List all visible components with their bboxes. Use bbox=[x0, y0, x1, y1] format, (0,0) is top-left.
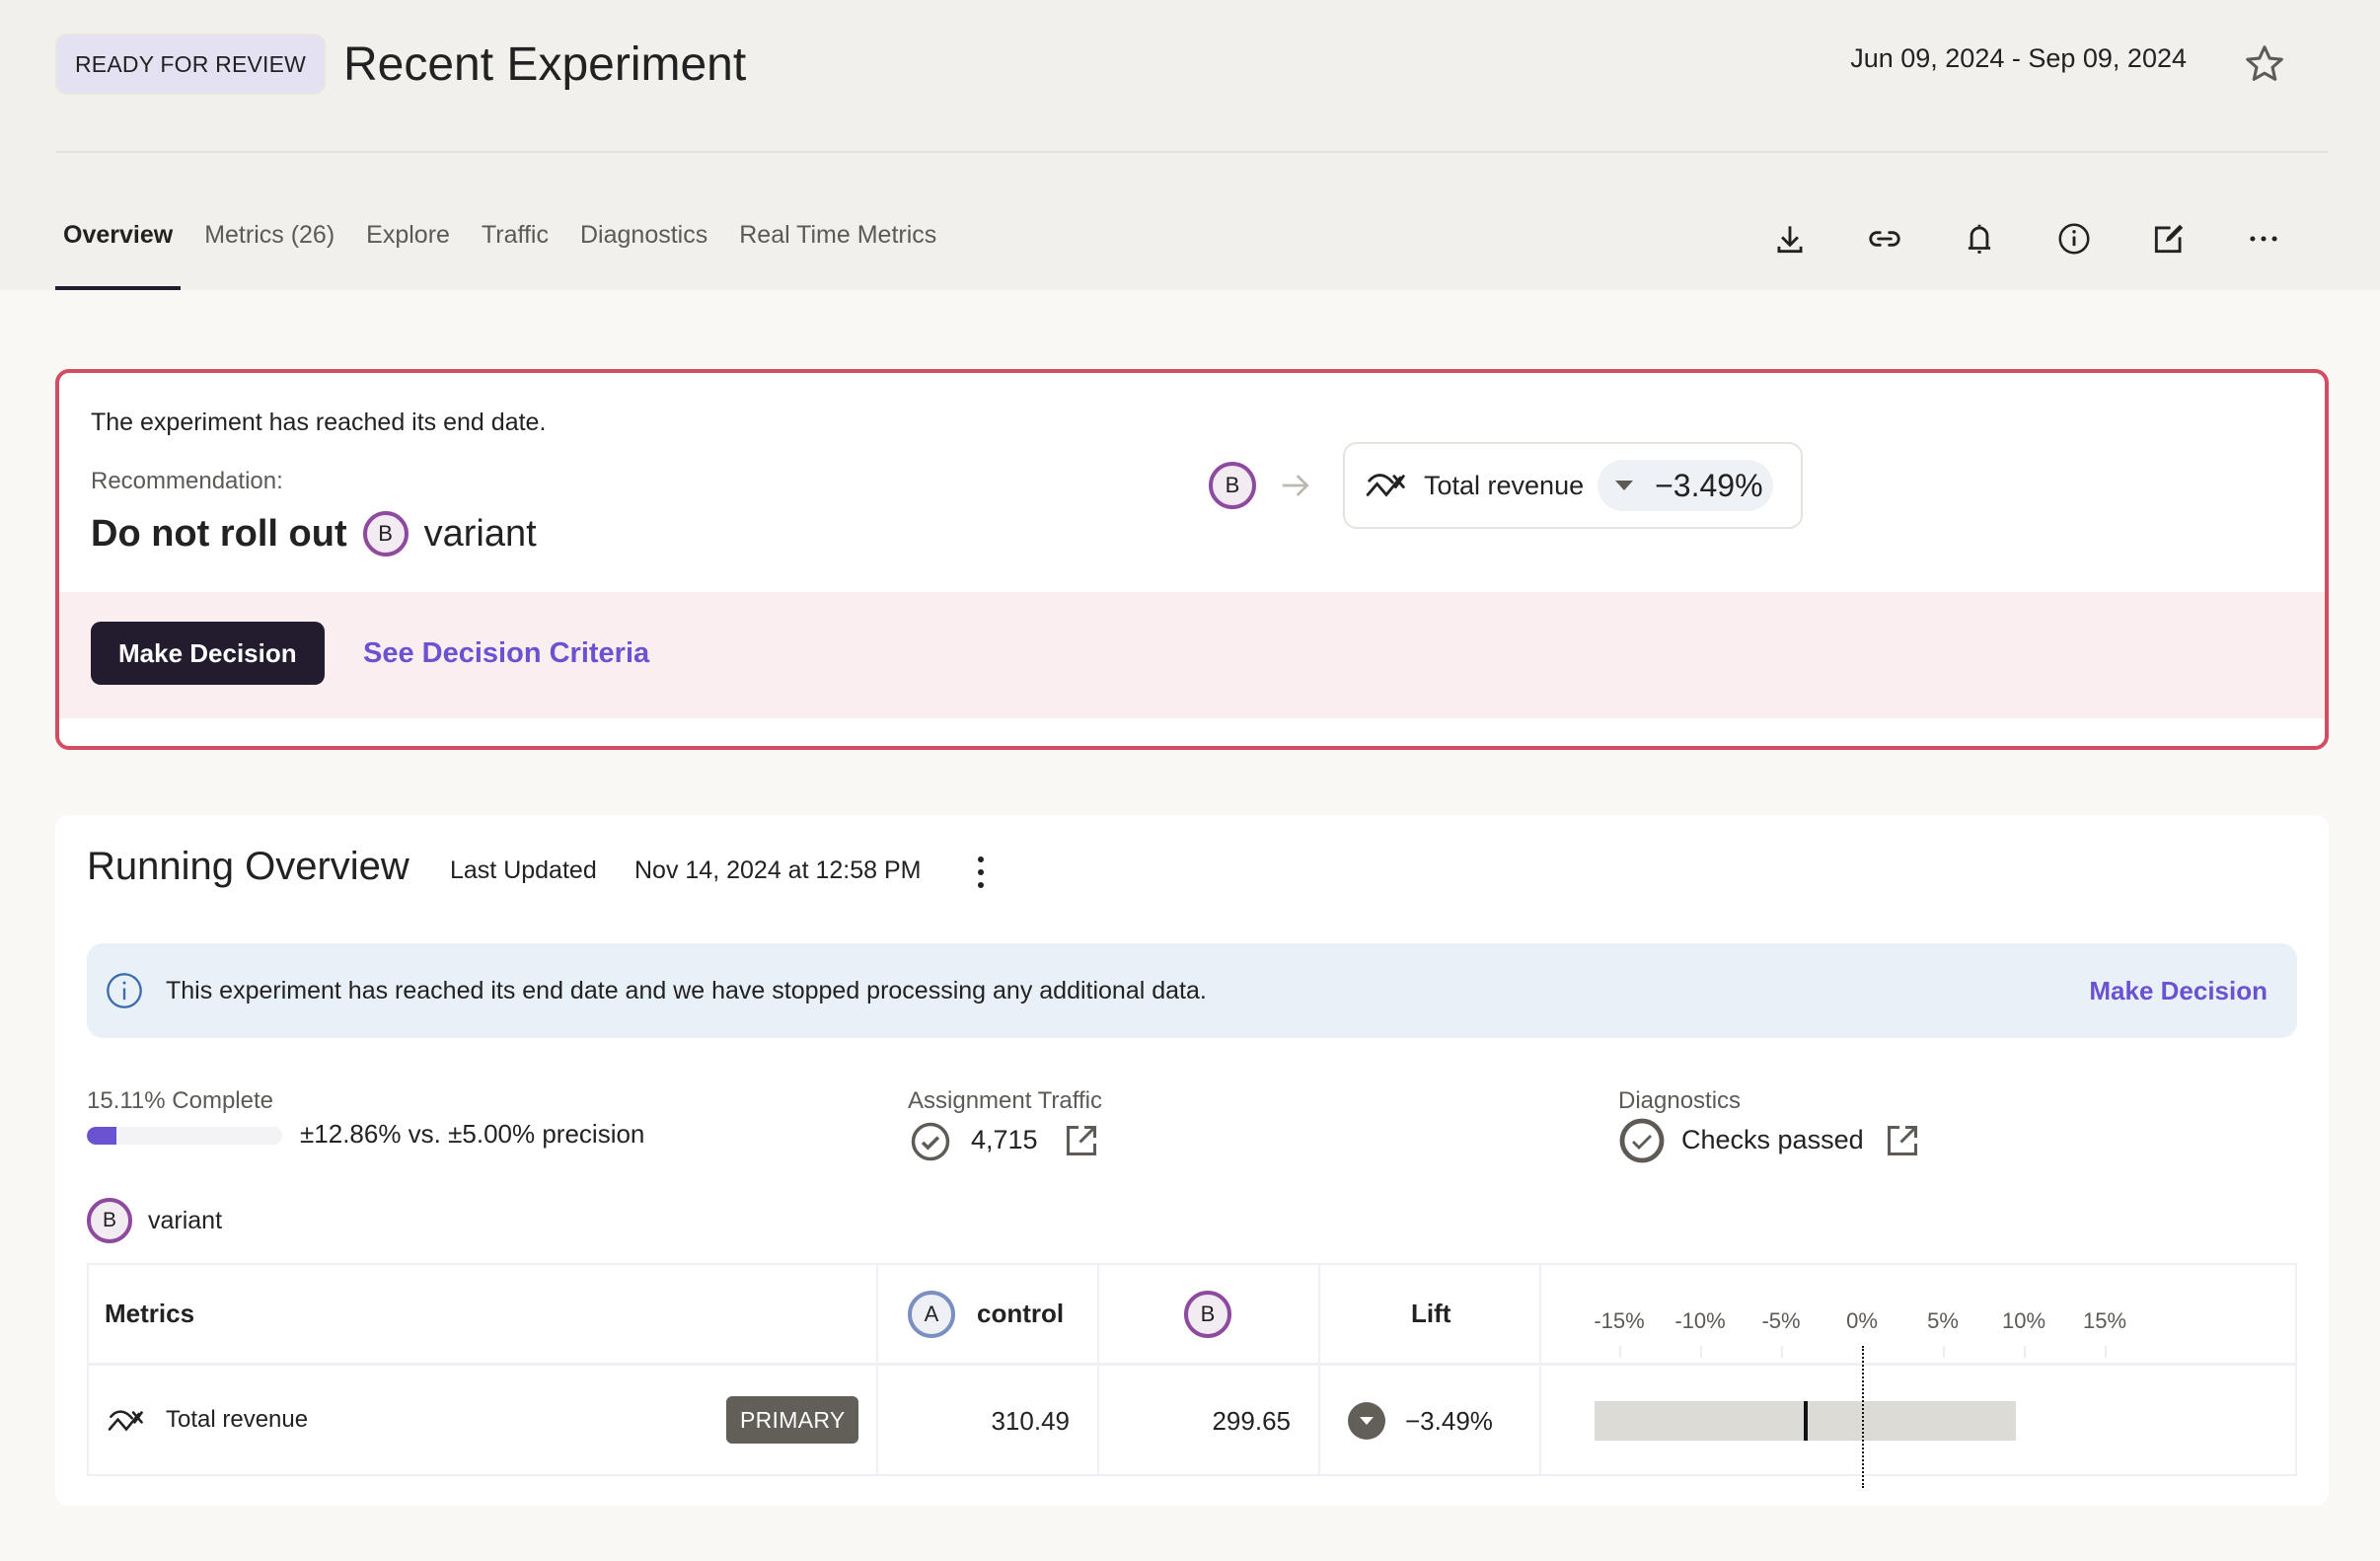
metrics-table: Metrics A control B Lift -15% -10% -5% 0% 5%… bbox=[87, 1263, 2297, 1488]
trend-icon bbox=[108, 1410, 143, 1432]
variant-b-badge: B bbox=[362, 511, 409, 557]
variant-b-badge: B bbox=[1209, 462, 1256, 509]
recommendation-action: Do not roll out bbox=[91, 512, 347, 555]
last-updated-label: Last Updated bbox=[450, 856, 597, 884]
treatment-value: 299.65 bbox=[1212, 1406, 1291, 1436]
star-icon[interactable] bbox=[2242, 41, 2287, 87]
tab-traffic[interactable]: Traffic bbox=[474, 209, 557, 290]
axis-tick-mark bbox=[1700, 1346, 1702, 1358]
check-circle-icon bbox=[911, 1122, 950, 1161]
header-divider bbox=[55, 151, 2329, 153]
header-metrics: Metrics bbox=[105, 1299, 195, 1328]
see-decision-criteria-link[interactable]: See Decision Criteria bbox=[363, 622, 649, 685]
info-banner-message: This experiment has reached its end date… bbox=[166, 976, 1207, 1004]
table-row[interactable]: Total revenue PRIMARY 310.49 299.65 −3.4… bbox=[89, 1367, 2295, 1475]
info-banner: This experiment has reached its end date… bbox=[87, 943, 2297, 1038]
lift-chip: −3.49% bbox=[1598, 460, 1773, 511]
axis-tick-label: 0% bbox=[1846, 1308, 1878, 1333]
axis-tick-mark bbox=[1781, 1346, 1783, 1358]
tab-bar: Overview Metrics (26) Explore Traffic Di… bbox=[55, 209, 960, 290]
metric-name[interactable]: Total revenue bbox=[166, 1406, 308, 1434]
running-overview-title: Running Overview bbox=[87, 845, 409, 888]
axis-tick-mark bbox=[1619, 1346, 1621, 1358]
variant-selector[interactable]: B variant bbox=[87, 1198, 222, 1243]
assignment-traffic-value: 4,715 bbox=[971, 1125, 1038, 1154]
axis-tick-label: 10% bbox=[2001, 1308, 2046, 1333]
header-lift: Lift bbox=[1411, 1299, 1451, 1328]
point-estimate-marker bbox=[1803, 1401, 1808, 1441]
variant-b-badge: B bbox=[1184, 1291, 1231, 1338]
completion-label: 15.11% Complete bbox=[87, 1087, 273, 1114]
end-date-notice: The experiment has reached its end date. bbox=[91, 409, 547, 436]
zero-reference-line bbox=[1862, 1346, 1864, 1488]
tab-real-time-metrics[interactable]: Real Time Metrics bbox=[731, 209, 944, 290]
axis-tick-label: 15% bbox=[2082, 1308, 2127, 1333]
table-header-row: Metrics A control B Lift -15% -10% -5% 0% 5%… bbox=[89, 1265, 2295, 1366]
header-control: control bbox=[977, 1299, 1065, 1328]
recommendation-card: The experiment has reached its end date.… bbox=[55, 369, 2329, 750]
axis-tick-label: -15% bbox=[1594, 1308, 1645, 1333]
variant-a-badge: A bbox=[908, 1291, 955, 1338]
caret-down-icon bbox=[1615, 481, 1634, 490]
axis-tick-label: -10% bbox=[1674, 1308, 1726, 1333]
axis-tick-mark bbox=[2105, 1346, 2107, 1358]
recommendation-metric-summary: B Total revenue −3.49% bbox=[1209, 442, 1803, 529]
precision-text: ±12.86% vs. ±5.00% precision bbox=[300, 1119, 645, 1149]
axis-tick-mark bbox=[1943, 1346, 1945, 1358]
tab-overview[interactable]: Overview bbox=[55, 209, 182, 290]
banner-make-decision-link[interactable]: Make Decision bbox=[2089, 976, 2268, 1006]
more-vertical-icon[interactable] bbox=[971, 853, 991, 892]
decision-action-band: Make Decision See Decision Criteria bbox=[59, 592, 2325, 718]
date-range[interactable]: Jun 09, 2024 - Sep 09, 2024 bbox=[1776, 43, 2187, 74]
lift-down-icon bbox=[1348, 1402, 1385, 1440]
axis-tick-mark bbox=[2024, 1346, 2026, 1358]
running-overview-card: Running Overview Last Updated Nov 14, 20… bbox=[55, 815, 2329, 1506]
diagnostics-label: Diagnostics bbox=[1618, 1087, 1742, 1114]
external-link-icon[interactable] bbox=[1885, 1123, 1920, 1158]
download-icon[interactable] bbox=[1766, 215, 1814, 262]
more-horizontal-icon[interactable] bbox=[2240, 215, 2287, 262]
axis-tick-label: 5% bbox=[1927, 1308, 1959, 1333]
assignment-traffic-label: Assignment Traffic bbox=[908, 1087, 1102, 1114]
metric-name: Total revenue bbox=[1424, 470, 1585, 500]
completion-progress-fill bbox=[87, 1127, 116, 1145]
axis-tick-label: -5% bbox=[1761, 1308, 1801, 1333]
trend-icon bbox=[1366, 474, 1405, 497]
last-updated-value: Nov 14, 2024 at 12:58 PM bbox=[634, 856, 922, 884]
control-value: 310.49 bbox=[991, 1406, 1070, 1436]
tab-explore[interactable]: Explore bbox=[358, 209, 458, 290]
recommendation-variant-word: variant bbox=[423, 512, 537, 555]
status-badge: READY FOR REVIEW bbox=[55, 34, 327, 95]
bell-icon[interactable] bbox=[1956, 215, 2003, 262]
info-icon bbox=[107, 973, 142, 1008]
primary-badge: PRIMARY bbox=[726, 1396, 859, 1444]
recommendation-label: Recommendation: bbox=[91, 468, 283, 494]
lift-value: −3.49% bbox=[1655, 467, 1763, 503]
completion-progress-bar bbox=[87, 1127, 282, 1145]
arrow-right-icon bbox=[1282, 475, 1309, 496]
info-icon[interactable] bbox=[2050, 215, 2098, 262]
tab-diagnostics[interactable]: Diagnostics bbox=[572, 209, 715, 290]
check-circle-icon bbox=[1619, 1118, 1665, 1163]
metric-pill[interactable]: Total revenue −3.49% bbox=[1343, 442, 1803, 529]
link-icon[interactable] bbox=[1861, 215, 1908, 262]
recommendation-text: Do not roll out B variant bbox=[91, 511, 537, 557]
experiment-header: READY FOR REVIEW Recent Experiment Jun 0… bbox=[0, 0, 2380, 290]
page-title: Recent Experiment bbox=[343, 37, 747, 91]
tab-metrics[interactable]: Metrics (26) bbox=[196, 209, 342, 290]
variant-b-badge: B bbox=[87, 1198, 132, 1243]
lift-value: −3.49% bbox=[1405, 1406, 1493, 1436]
external-link-icon[interactable] bbox=[1064, 1123, 1099, 1158]
make-decision-button[interactable]: Make Decision bbox=[91, 622, 325, 685]
toolbar bbox=[1766, 215, 2335, 262]
diagnostics-value: Checks passed bbox=[1681, 1125, 1864, 1154]
edit-icon[interactable] bbox=[2145, 215, 2193, 262]
variant-selector-label: variant bbox=[148, 1206, 223, 1234]
